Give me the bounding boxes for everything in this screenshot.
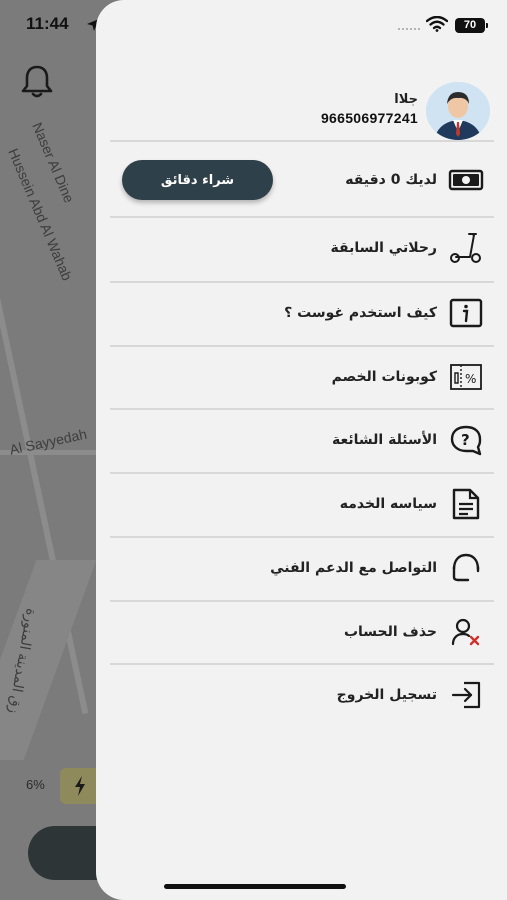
menu-item-how-to-use[interactable]: كيف استخدم غوست ؟ — [110, 283, 494, 343]
wifi-icon — [426, 16, 448, 32]
street-label: Hussein Abd Al Wahab — [5, 146, 76, 283]
headset-icon — [448, 550, 484, 586]
status-time: 11:44 — [26, 14, 69, 33]
bolt-icon — [60, 768, 100, 804]
scooter-battery-level: 6% — [26, 777, 45, 792]
document-icon — [448, 486, 484, 522]
coupon-icon: % — [448, 359, 484, 395]
divider — [110, 140, 494, 142]
svg-text:?: ? — [461, 431, 470, 449]
bell-icon[interactable] — [19, 63, 55, 99]
menu-item-logout[interactable]: تسجيل الخروج — [110, 665, 494, 725]
battery-icon: 70 — [455, 18, 488, 33]
menu-label: كوبونات الخصم — [331, 369, 437, 385]
balance-label: لديك 0 دقيقه — [345, 172, 437, 188]
menu-item-faq[interactable]: ? الأسئلة الشائعة — [110, 410, 494, 470]
menu-label: التواصل مع الدعم الفني — [270, 560, 437, 576]
menu-item-coupons[interactable]: % كوبونات الخصم — [110, 347, 494, 407]
cash-icon — [448, 162, 484, 198]
menu-item-delete-account[interactable]: حذف الحساب — [110, 602, 494, 662]
menu-label: تسجيل الخروج — [336, 687, 437, 703]
profile-phone: 966506977241 — [320, 110, 418, 126]
info-icon — [448, 295, 484, 331]
user-remove-icon — [448, 614, 484, 650]
menu-label: الأسئلة الشائعة — [332, 432, 437, 448]
menu-item-trips[interactable]: رحلاتي السابقة — [110, 218, 494, 278]
buy-minutes-button[interactable]: شراء دقائق — [122, 160, 273, 200]
cellular-dots-icon — [398, 28, 420, 34]
profile-name: جلاا — [394, 92, 418, 107]
question-bubble-icon: ? — [448, 422, 484, 458]
menu-item-support[interactable]: التواصل مع الدعم الفني — [110, 538, 494, 598]
menu-label: رحلاتي السابقة — [330, 240, 437, 256]
menu-label: سياسه الخدمه — [339, 496, 437, 512]
svg-text:%: % — [465, 372, 476, 386]
home-indicator[interactable] — [164, 884, 346, 889]
menu-label: كيف استخدم غوست ؟ — [284, 305, 437, 321]
avatar[interactable] — [426, 82, 490, 140]
scooter-icon — [448, 230, 484, 266]
menu-label: حذف الحساب — [343, 624, 437, 640]
logout-icon — [448, 677, 484, 713]
menu-item-service-policy[interactable]: سياسه الخدمه — [110, 474, 494, 534]
